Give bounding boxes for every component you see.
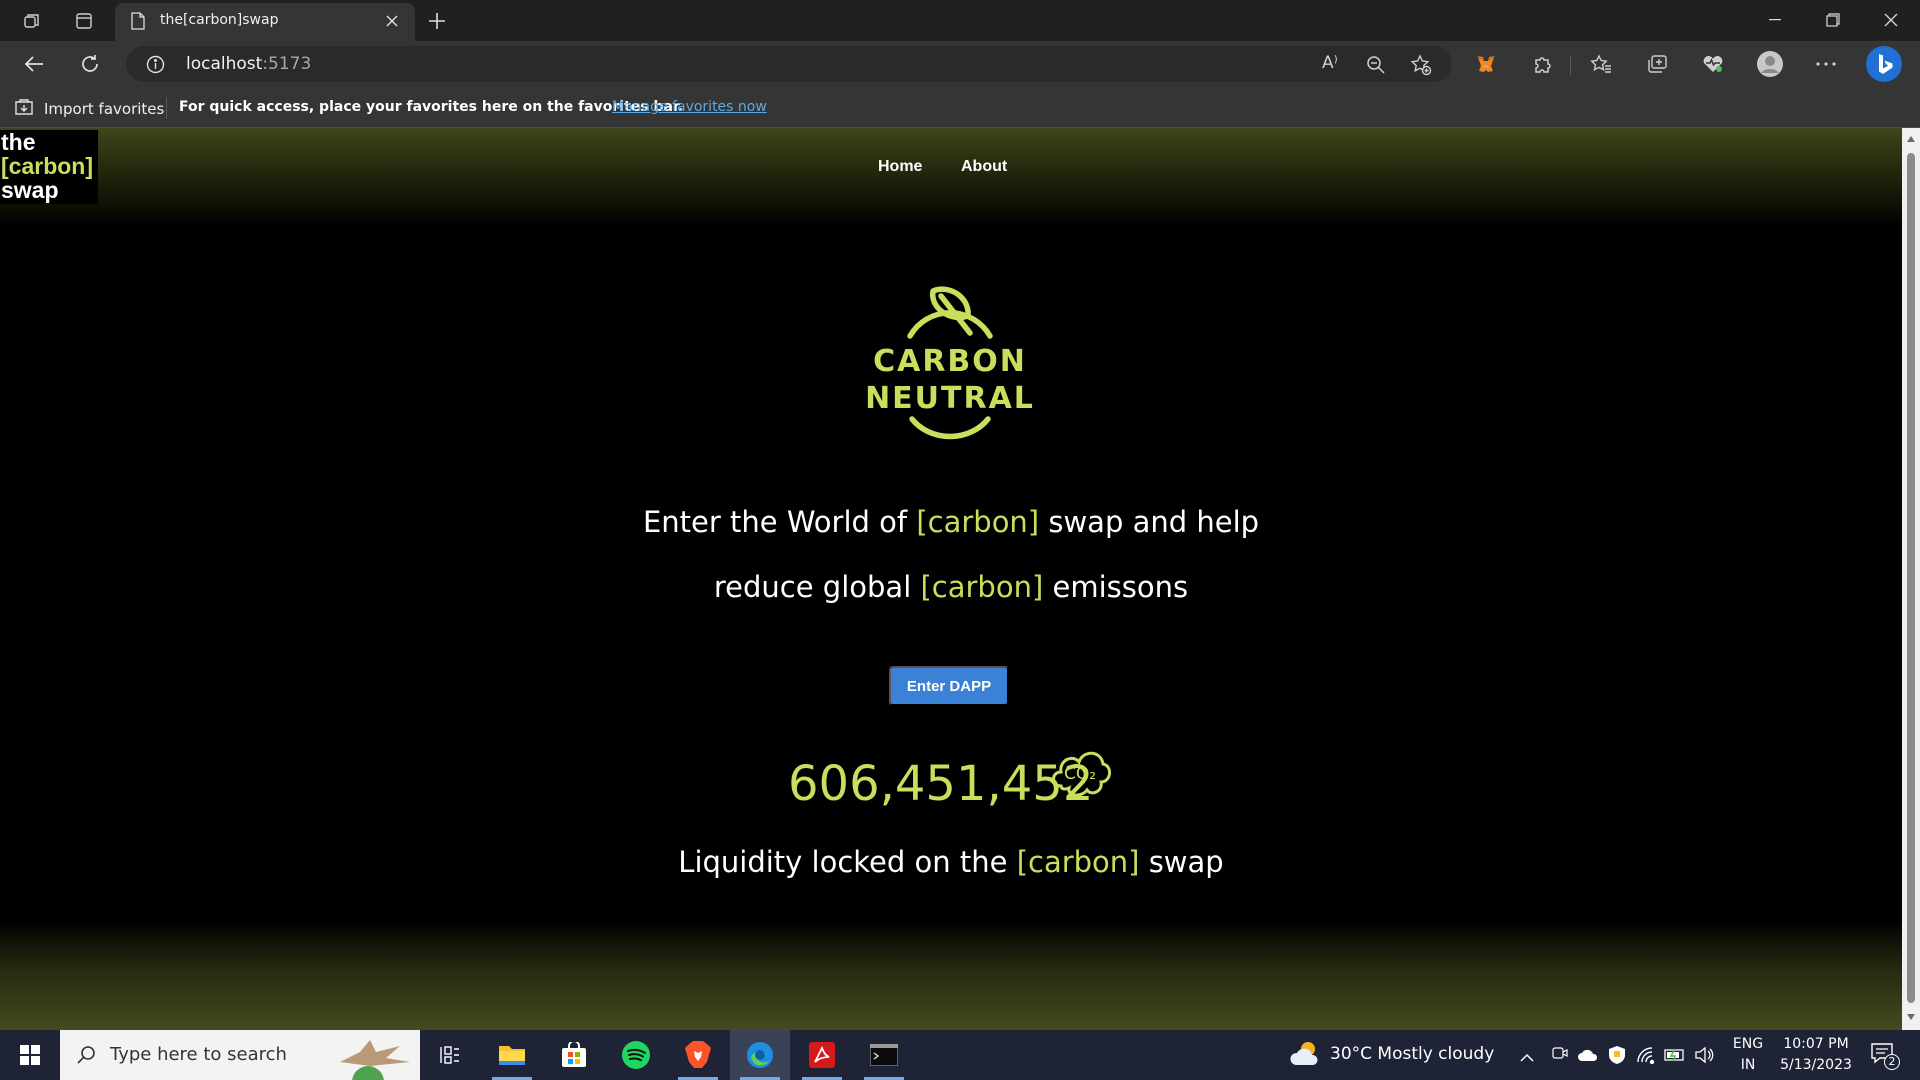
onedrive-icon[interactable] xyxy=(1578,1047,1598,1066)
back-icon[interactable] xyxy=(18,49,50,79)
search-placeholder: Type here to search xyxy=(110,1044,287,1065)
new-tab-icon[interactable] xyxy=(422,6,452,36)
meet-now-icon[interactable] xyxy=(1552,1045,1568,1065)
import-favorites-label: Import favorites xyxy=(44,100,165,118)
read-aloud-icon[interactable]: A⁾ xyxy=(1322,53,1338,73)
spotify-icon[interactable] xyxy=(606,1030,666,1080)
scroll-thumb[interactable] xyxy=(1907,153,1915,1003)
co2-label: CO₂ xyxy=(1064,764,1096,784)
close-window-icon[interactable] xyxy=(1862,0,1920,40)
weather-text[interactable]: 30°C Mostly cloudy xyxy=(1330,1044,1494,1064)
tab-active[interactable]: the[carbon]swap xyxy=(115,3,415,41)
profile-avatar[interactable] xyxy=(1754,48,1786,80)
taskbar-search[interactable]: Type here to search xyxy=(60,1030,420,1080)
hero-line-1: Enter the World of [carbon] swap and hel… xyxy=(642,505,1260,539)
start-button[interactable] xyxy=(0,1030,60,1080)
browser-toolbar: localhost:5173 A⁾ xyxy=(0,41,1920,87)
browser-tab-bar: the[carbon]swap xyxy=(0,0,1920,41)
wifi-icon[interactable] xyxy=(1636,1046,1656,1068)
weather-icon xyxy=(1288,1039,1324,1073)
battery-icon[interactable] xyxy=(1664,1047,1686,1067)
notifications-button[interactable]: 2 xyxy=(1870,1042,1900,1070)
show-hidden-icons[interactable] xyxy=(1520,1048,1534,1067)
search-icon xyxy=(76,1045,96,1069)
scroll-down-icon[interactable] xyxy=(1907,1014,1915,1020)
url-text: localhost:5173 xyxy=(186,54,312,74)
carbon-neutral-emblem: CARBON NEUTRAL xyxy=(858,282,1042,452)
clock-time[interactable]: 10:07 PM xyxy=(1774,1036,1858,1052)
notification-badge: 2 xyxy=(1884,1054,1900,1070)
language-bottom[interactable]: IN xyxy=(1730,1057,1766,1073)
hero-line-2: reduce global [carbon] emissons xyxy=(713,570,1189,604)
address-bar[interactable]: localhost:5173 A⁾ xyxy=(126,46,1452,82)
vertical-tabs-icon[interactable] xyxy=(70,8,98,34)
emblem-line2: NEUTRAL xyxy=(865,381,1035,416)
security-icon[interactable] xyxy=(1608,1045,1626,1069)
scroll-up-icon[interactable] xyxy=(1907,136,1915,142)
toolbar-separator xyxy=(1570,55,1571,75)
restore-icon[interactable] xyxy=(1804,0,1862,40)
zoom-icon[interactable] xyxy=(1366,55,1386,79)
page-viewport: the [carbon] swap Home About CARBON NEUT… xyxy=(0,128,1902,1030)
windows-icon xyxy=(20,1045,40,1065)
enter-dapp-button[interactable]: Enter DAPP xyxy=(889,666,1009,706)
logo-line-carbon: [carbon] xyxy=(1,153,93,179)
header-gradient xyxy=(0,128,1902,228)
favorites-bar: Import favorites For quick access, place… xyxy=(0,87,1920,128)
leaf-icon: CARBON NEUTRAL xyxy=(865,286,1035,440)
metamask-icon[interactable] xyxy=(1471,50,1501,78)
task-view-icon[interactable] xyxy=(420,1030,480,1080)
volume-icon[interactable] xyxy=(1694,1046,1714,1068)
import-icon xyxy=(14,98,34,120)
browser-essentials-icon[interactable] xyxy=(1698,50,1728,78)
tab-title: the[carbon]swap xyxy=(160,12,279,28)
manage-favorites-link[interactable]: Manage favorites now xyxy=(612,99,767,115)
search-highlight-icon xyxy=(330,1032,416,1080)
clock-date[interactable]: 5/13/2023 xyxy=(1774,1057,1858,1073)
footer-gradient xyxy=(0,920,1902,1030)
nav-home-link[interactable]: Home xyxy=(878,158,922,176)
site-logo[interactable]: the [carbon] swap xyxy=(0,130,98,204)
co2-cloud-icon: CO₂ xyxy=(1047,742,1113,802)
language-top[interactable]: ENG xyxy=(1730,1036,1766,1052)
liquidity-caption: Liquidity locked on the [carbon] swap xyxy=(678,845,1224,879)
brave-browser-icon[interactable] xyxy=(668,1030,728,1080)
terminal-icon[interactable] xyxy=(854,1030,914,1080)
favorites-icon[interactable] xyxy=(1586,50,1616,78)
page-scrollbar[interactable] xyxy=(1902,128,1920,1030)
more-options-icon[interactable] xyxy=(1810,50,1842,78)
favorites-separator xyxy=(166,97,167,119)
edge-browser-icon[interactable] xyxy=(730,1030,790,1080)
logo-line-the: the xyxy=(1,129,36,155)
minimize-icon[interactable] xyxy=(1746,0,1804,40)
nav-about-link[interactable]: About xyxy=(961,158,1007,176)
add-favorite-icon[interactable] xyxy=(1410,54,1432,80)
bing-copilot-icon[interactable] xyxy=(1864,44,1904,84)
logo-line-swap: swap xyxy=(1,177,59,203)
import-favorites-button[interactable]: Import favorites xyxy=(14,98,164,120)
extensions-icon[interactable] xyxy=(1528,50,1558,78)
page-icon xyxy=(131,12,145,34)
microsoft-store-icon[interactable] xyxy=(544,1030,604,1080)
refresh-icon[interactable] xyxy=(74,49,106,79)
close-tab-icon[interactable] xyxy=(385,13,401,29)
collections-icon[interactable] xyxy=(1642,50,1672,78)
acrobat-reader-icon[interactable] xyxy=(792,1030,852,1080)
emblem-line1: CARBON xyxy=(873,344,1027,379)
favorites-message: For quick access, place your favorites h… xyxy=(179,99,684,115)
site-info-icon[interactable] xyxy=(146,55,165,78)
windows-taskbar: Type here to search 30°C Mostly cloudy E… xyxy=(0,1030,1920,1080)
file-explorer-icon[interactable] xyxy=(482,1030,542,1080)
workspaces-icon[interactable] xyxy=(18,8,46,34)
